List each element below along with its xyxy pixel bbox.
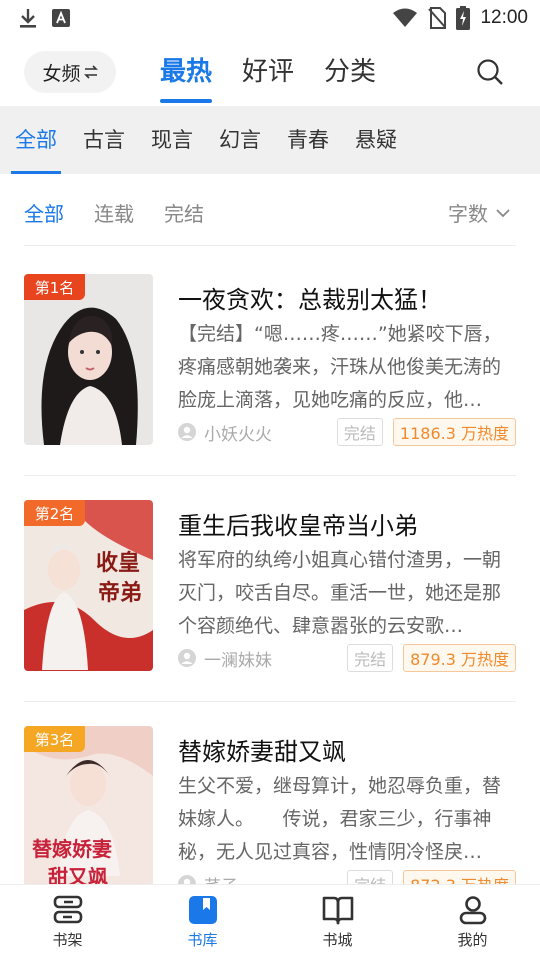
book-list: 第1名 一夜贪欢：总裁别太猛！ 【完结】“嗯……疼……”她紧咬下唇，疼痛感朝她袭… [24, 250, 516, 884]
filter-ongoing[interactable]: 连载 [94, 198, 134, 227]
book-title[interactable]: 替嫁娇妻甜又飒 [178, 732, 346, 767]
book-item[interactable]: 替嫁娇妻 甜又飒 第3名 替嫁娇妻甜又飒 生父不爱，继母算计，她忍辱负重，替妹嫁… [24, 702, 516, 884]
nav-profile-label: 我的 [457, 931, 488, 949]
book-item[interactable]: 收皇 帝弟 第2名 重生后我收皇帝当小弟 将军府的纨绔小姐真心错付渣男，一朝灭门… [24, 476, 516, 702]
filter-completed[interactable]: 完结 [164, 198, 204, 227]
book-item[interactable]: 第1名 一夜贪欢：总裁别太猛！ 【完结】“嗯……疼……”她紧咬下唇，疼痛感朝她袭… [24, 250, 516, 476]
bottom-nav: 书架 书库 书城 我的 [0, 884, 540, 960]
tab-category[interactable]: 分类 [324, 52, 376, 92]
text-app-icon [52, 9, 70, 27]
genre-youth[interactable]: 青春 [287, 106, 329, 174]
book-meta: 芊子 完结 872.3 万热度 [178, 870, 516, 884]
book-meta: 小妖火火 完结 1186.3 万热度 [178, 418, 516, 446]
heat-badge: 872.3 万热度 [403, 870, 516, 884]
heat-badge: 879.3 万热度 [403, 644, 516, 672]
svg-text:甜又飒: 甜又飒 [48, 865, 108, 884]
tab-hottest[interactable]: 最热 [160, 52, 213, 103]
profile-icon [459, 896, 486, 925]
author-name: 芊子 [204, 872, 238, 885]
book-title[interactable]: 一夜贪欢：总裁别太猛！ [178, 280, 442, 315]
genre-fantasy[interactable]: 幻言 [219, 106, 261, 174]
channel-switch-button[interactable]: 女频 [24, 51, 116, 93]
status-time: 12:00 [480, 7, 528, 28]
genre-modern[interactable]: 现言 [151, 106, 193, 174]
bookshelf-icon [53, 895, 82, 924]
chevron-down-icon [496, 208, 510, 217]
status-badge: 完结 [336, 418, 383, 446]
nav-profile[interactable]: 我的 [405, 885, 540, 960]
search-icon[interactable] [476, 58, 504, 86]
sort-dropdown[interactable]: 字数 [448, 198, 516, 227]
rank-badge: 第1名 [24, 274, 85, 300]
nav-bookstore-label: 书城 [322, 931, 353, 949]
genre-ancient[interactable]: 古言 [83, 106, 125, 174]
genre-all[interactable]: 全部 [11, 106, 61, 174]
svg-text:收皇: 收皇 [96, 550, 140, 576]
book-title[interactable]: 重生后我收皇帝当小弟 [178, 506, 418, 541]
book-meta: 一澜妹妹 完结 879.3 万热度 [178, 644, 516, 672]
filter-all[interactable]: 全部 [24, 198, 64, 227]
book-description: 将军府的纨绔小姐真心错付渣男，一朝灭门，咬舌自尽。重活一世，她还是那个容颜绝代、… [178, 549, 502, 637]
rank-badge: 第2名 [24, 500, 85, 526]
channel-label: 女频 [42, 62, 81, 85]
nav-library-label: 书库 [187, 931, 218, 949]
genre-bar: 全部 古言 现言 幻言 青春 悬疑 [0, 106, 540, 174]
swap-icon [83, 65, 98, 79]
bookstore-icon [322, 896, 353, 925]
book-author: 小妖火火 [178, 420, 272, 445]
nav-library[interactable]: 书库 [135, 885, 270, 960]
status-badge: 完结 [347, 870, 394, 884]
genre-suspense[interactable]: 悬疑 [355, 106, 397, 174]
author-avatar-icon [178, 649, 196, 667]
download-icon [20, 9, 36, 28]
battery-charging-icon [456, 6, 471, 30]
filter-row: 全部 连载 完结 字数 [24, 180, 516, 246]
status-badge: 完结 [347, 644, 394, 672]
author-avatar-icon [178, 875, 196, 884]
book-author: 芊子 [178, 872, 238, 885]
book-cover[interactable]: 第1名 [24, 274, 153, 445]
nav-bookstore[interactable]: 书城 [270, 885, 405, 960]
author-name: 一澜妹妹 [204, 650, 272, 671]
sort-label: 字数 [448, 202, 488, 226]
tab-top-rated[interactable]: 好评 [242, 52, 294, 92]
wifi-icon [393, 8, 418, 27]
top-nav: 女频 最热 好评 分类 [0, 36, 540, 106]
book-description: 【完结】“嗯……疼……”她紧咬下唇，疼痛感朝她袭来，汗珠从他俊美无涛的脸庞上滴落… [178, 323, 502, 411]
book-cover[interactable]: 收皇 帝弟 第2名 [24, 500, 153, 671]
heat-badge: 1186.3 万热度 [392, 418, 516, 446]
rank-badge: 第3名 [24, 726, 85, 752]
author-name: 小妖火火 [204, 424, 272, 445]
nav-bookshelf-label: 书架 [52, 931, 83, 949]
author-avatar-icon [178, 423, 196, 441]
svg-text:替嫁娇妻: 替嫁娇妻 [32, 837, 112, 861]
svg-text:帝弟: 帝弟 [98, 580, 142, 606]
library-icon [188, 896, 217, 924]
book-cover[interactable]: 替嫁娇妻 甜又飒 第3名 [24, 726, 153, 884]
status-bar: 12:00 [0, 0, 540, 36]
no-sim-icon [428, 7, 447, 29]
book-author: 一澜妹妹 [178, 646, 272, 671]
nav-bookshelf[interactable]: 书架 [0, 885, 135, 960]
top-tabs: 最热 好评 分类 [160, 52, 376, 103]
book-description: 生父不爱，继母算计，她忍辱负重，替妹嫁人。 传说，君家三少，行事神秘，无人见过真… [178, 775, 502, 863]
